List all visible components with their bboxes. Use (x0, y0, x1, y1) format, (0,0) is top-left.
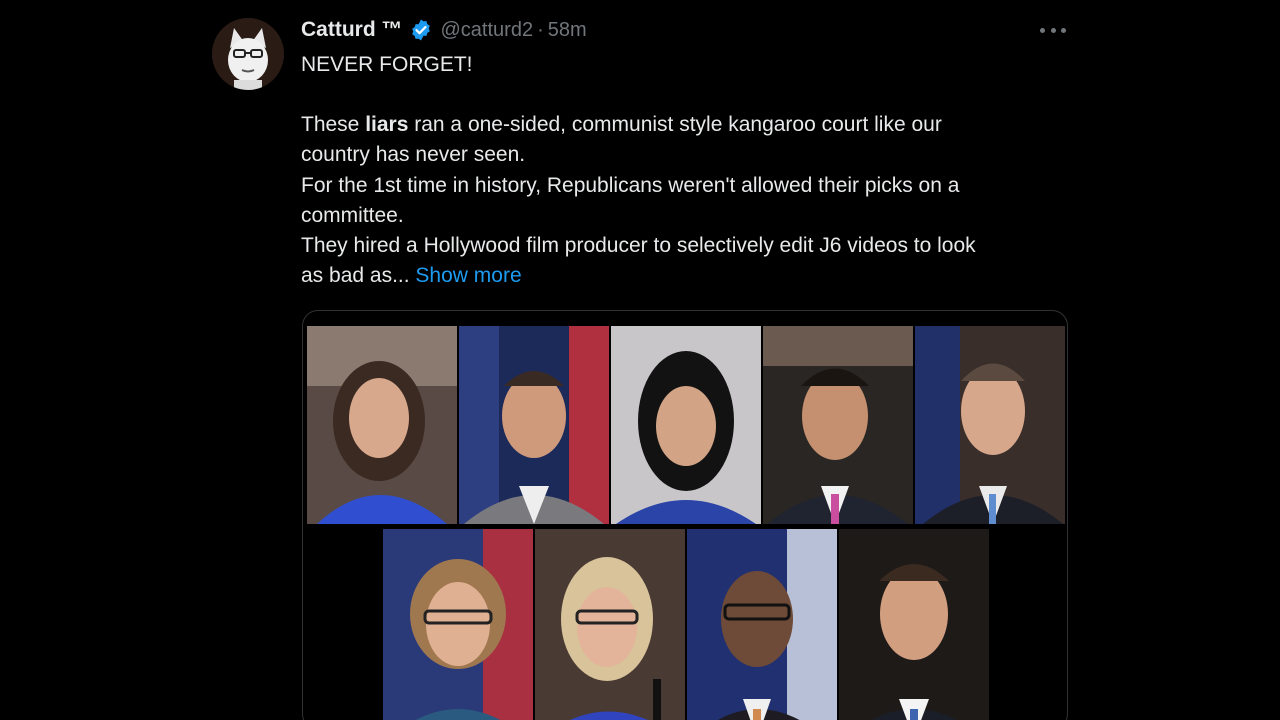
media-photo[interactable] (687, 529, 837, 720)
tweet-line: as bad as... Show more (301, 261, 1071, 291)
media-photo[interactable] (611, 326, 761, 524)
cat-avatar-icon (212, 18, 284, 90)
text-fragment: ran a one-sided, communist style kangaro… (408, 113, 942, 137)
tweet-line: country has never seen. (301, 143, 526, 167)
tweet-media[interactable] (302, 310, 1068, 720)
text-fragment: These (301, 113, 366, 137)
header-separator: · (537, 18, 544, 41)
more-options-icon[interactable] (1040, 20, 1066, 40)
media-photo[interactable] (763, 326, 913, 524)
media-photo[interactable] (915, 326, 1065, 524)
text-fragment: as bad as... (301, 264, 410, 288)
tweet-text: NEVER FORGET! These liars ran a one-side… (301, 50, 1071, 291)
media-photo[interactable] (839, 529, 989, 720)
author-avatar[interactable] (212, 18, 284, 90)
media-photo[interactable] (383, 529, 533, 720)
show-more-link[interactable]: Show more (415, 264, 521, 287)
tweet-line: NEVER FORGET! (301, 53, 473, 76)
tweet-line: committee. (301, 203, 404, 227)
media-photo[interactable] (307, 326, 457, 524)
author-handle[interactable]: @catturd2 (441, 19, 534, 42)
tweet-line: They hired a Hollywood film producer to … (301, 234, 976, 258)
media-photo[interactable] (535, 529, 685, 720)
tweet-header: Catturd ™ @catturd2 · 58m (301, 16, 587, 44)
author-name[interactable]: Catturd ™ (301, 18, 403, 42)
tweet-timestamp[interactable]: 58m (548, 19, 587, 42)
bold-text: liars (365, 113, 409, 137)
tweet-line: These liars ran a one-sided, communist s… (301, 110, 1071, 140)
media-photo[interactable] (459, 326, 609, 524)
tweet-line: For the 1st time in history, Republicans… (301, 173, 960, 197)
verified-badge-icon[interactable] (409, 18, 433, 42)
